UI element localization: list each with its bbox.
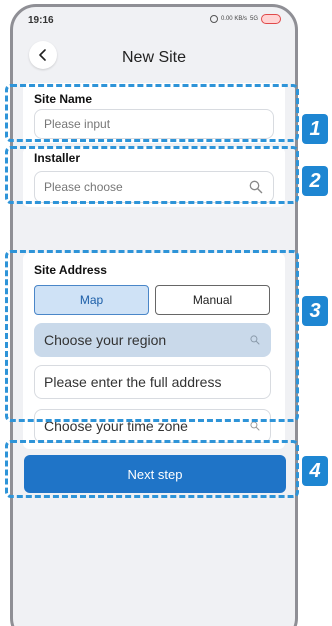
net-speed: 0.00 KB/s	[220, 16, 247, 22]
highlight-box-1	[5, 84, 299, 142]
highlight-box-2	[5, 146, 299, 204]
status-time: 19:16	[28, 15, 54, 26]
search-icon	[250, 421, 260, 431]
annotation-marker-2: 2	[302, 166, 328, 196]
battery-icon	[261, 14, 281, 24]
annotation-marker-4: 4	[302, 456, 328, 486]
nav-bar: New Site	[13, 35, 295, 75]
highlight-box-3	[5, 250, 299, 422]
status-bar: 19:16 0.00 KB/s 5G	[13, 7, 295, 35]
page-title: New Site	[121, 49, 187, 66]
alarm-icon	[209, 15, 218, 23]
highlight-box-4	[5, 440, 299, 498]
annotation-marker-1: 1	[302, 114, 328, 144]
status-icons: 0.00 KB/s 5G	[209, 14, 281, 24]
signal-label: 5G	[249, 16, 258, 22]
annotation-marker-3: 3	[302, 296, 328, 326]
